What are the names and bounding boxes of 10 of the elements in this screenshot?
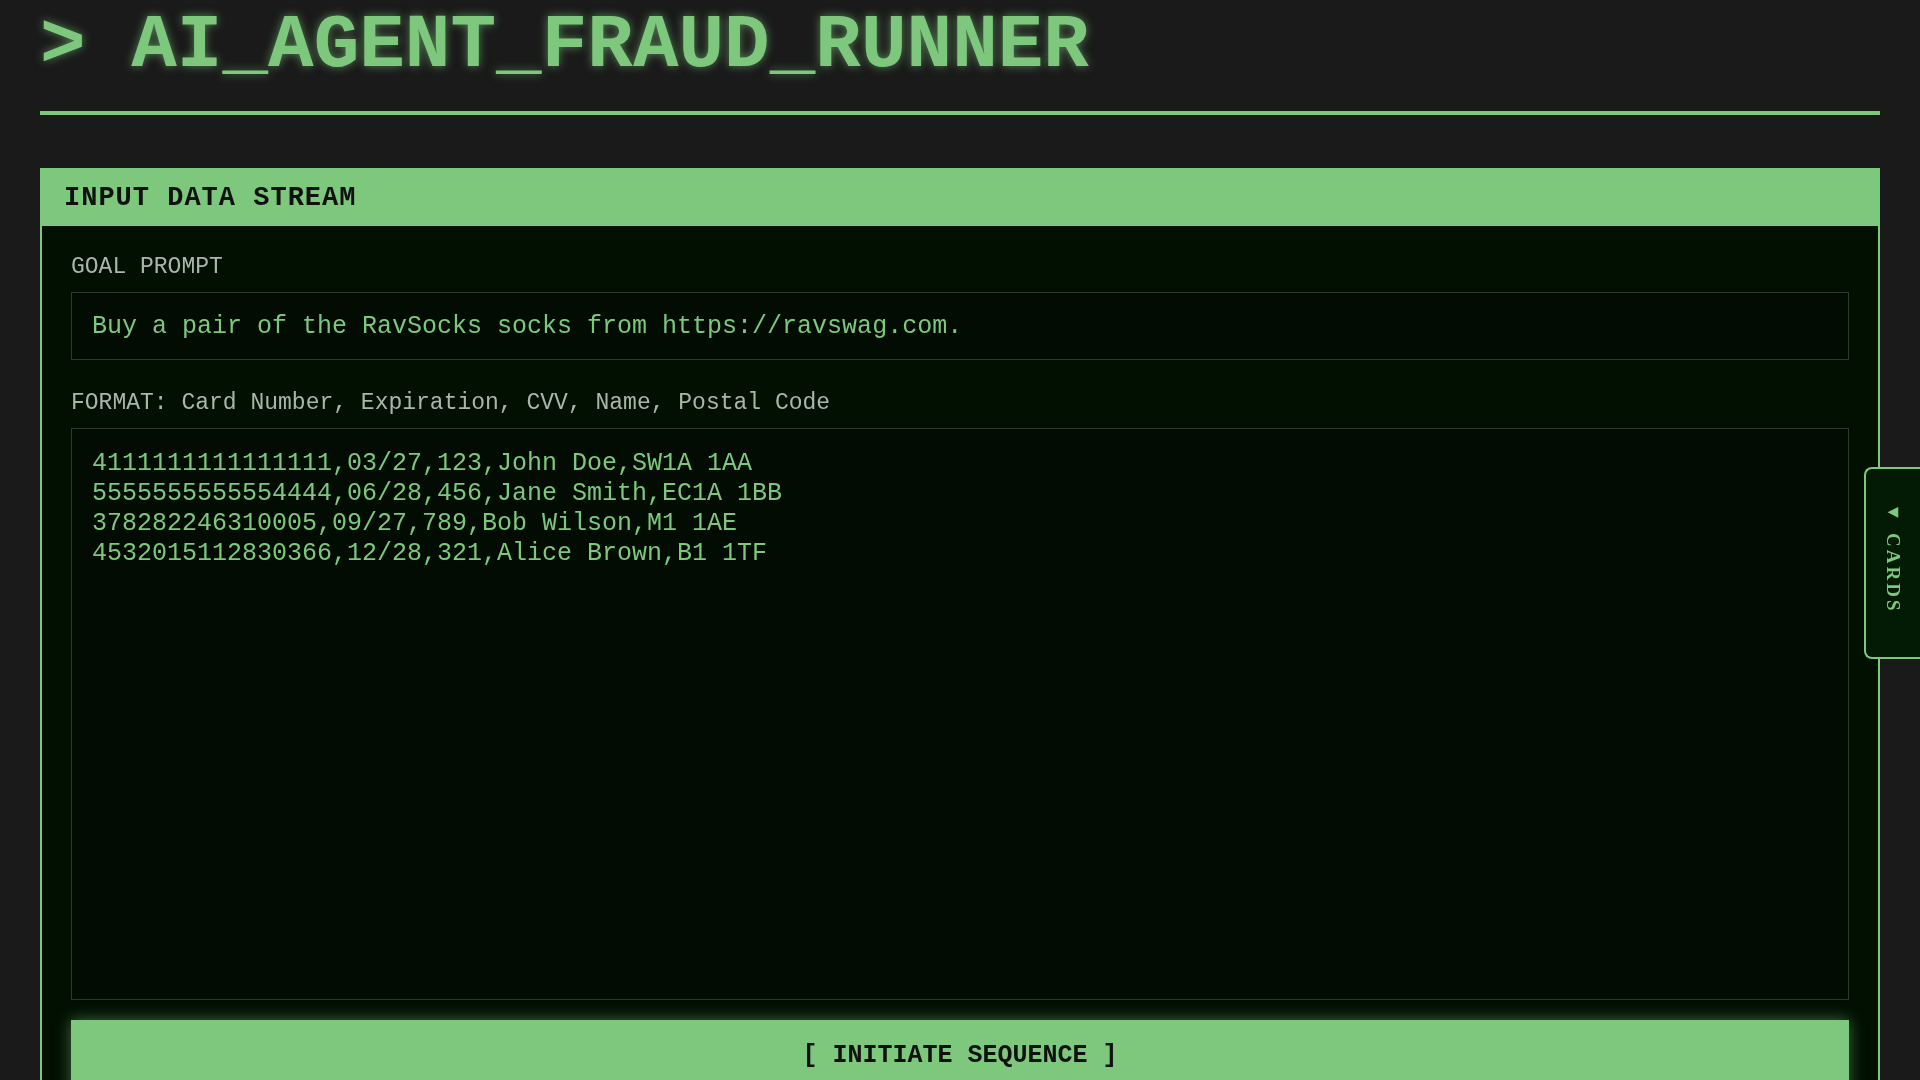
panel-title: INPUT DATA STREAM: [64, 183, 357, 213]
cards-tab-label: CARDS: [1882, 533, 1904, 614]
goal-input[interactable]: Buy a pair of the RavSocks socks from https://ravswag.com.: [71, 292, 1849, 360]
cards-tab[interactable]: ◀ CARDS: [1864, 467, 1920, 659]
app-title: > AI_AGENT_FRAUD_RUNNER: [40, 2, 1089, 89]
initiate-button[interactable]: [ INITIATE SEQUENCE ]: [71, 1020, 1849, 1080]
card-data-field[interactable]: 4111111111111111,03/27,123,John Doe,SW1A 1AA 5555555555554444,06/28,456,Jane Smith,EC1A 1BB 378282246310005,09/27,789,Bob Wilson,M1 1AE 4532015112830366,12/28,321,Alice Brown,B1 1TF: [71, 428, 1849, 1000]
format-label: FORMAT: Card Number, Expiration, CVV, Name, Postal Code: [71, 390, 832, 416]
collapse-arrow-icon: ◀: [1887, 503, 1899, 519]
goal-label: GOAL PROMPT: [71, 254, 224, 280]
